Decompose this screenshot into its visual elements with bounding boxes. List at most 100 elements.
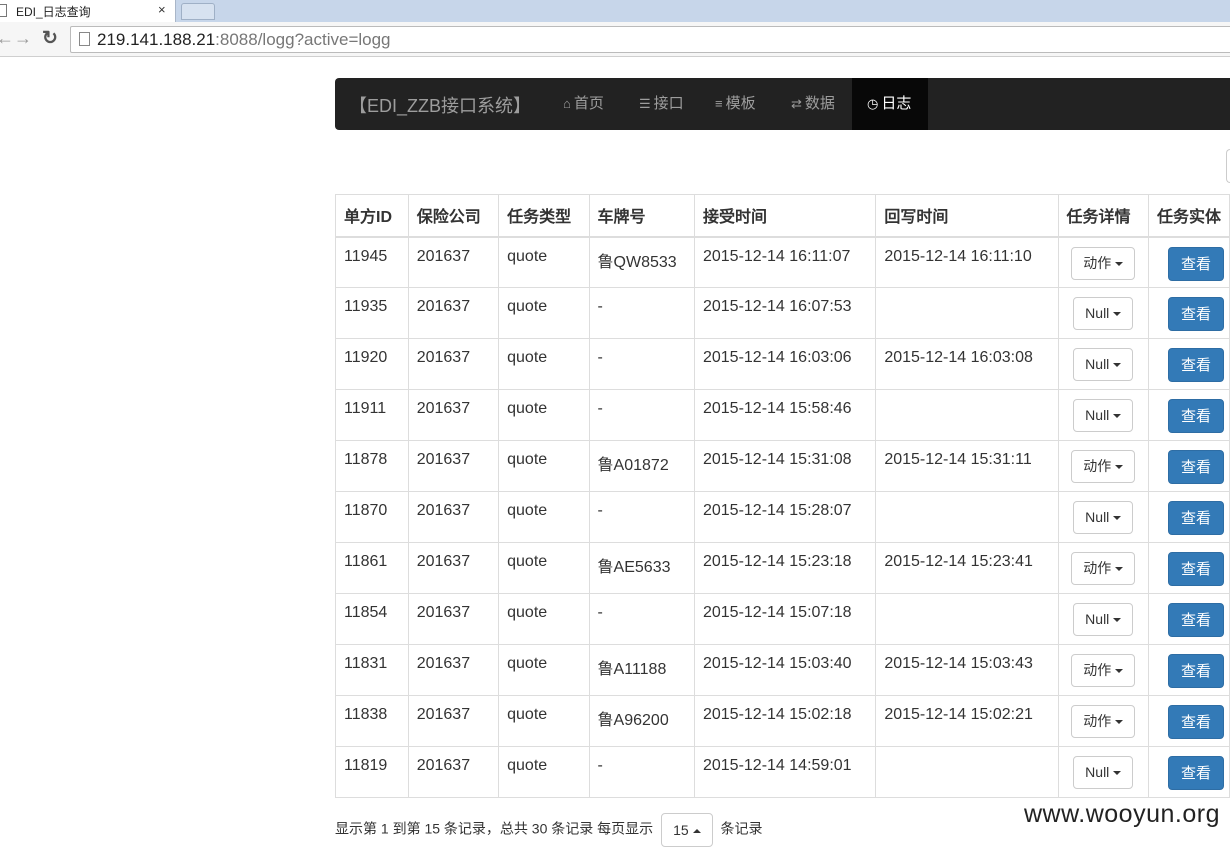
view-button[interactable]: 查看 bbox=[1167, 501, 1224, 535]
cell-id: 11854 bbox=[335, 593, 409, 645]
table-row: 11854 201637 quote -2015-12-14 15:07:18 Null… bbox=[335, 593, 1230, 645]
col-header-received[interactable]: 接受时间 bbox=[693, 194, 877, 238]
table-row: 11861 201637 quote 鲁AE5633 2015-12-14 15:23:… bbox=[335, 542, 1230, 594]
cell-company: 201637 bbox=[407, 236, 500, 288]
detail-dropdown-button[interactable]: 动作 bbox=[1071, 654, 1136, 687]
cell-plate: 鲁QW8533 bbox=[588, 236, 695, 288]
col-header-id[interactable]: 单方ID bbox=[335, 194, 409, 238]
detail-dropdown-button[interactable]: Null bbox=[1073, 348, 1134, 381]
address-bar[interactable]: 219.141.188.21:8088/logg?active=logg bbox=[70, 26, 1230, 53]
cell-type: quote bbox=[498, 593, 590, 645]
browser-tab[interactable]: EDI_日志查询 × bbox=[0, 0, 176, 22]
cell-detail: Null bbox=[1057, 338, 1149, 390]
view-button[interactable]: 查看 bbox=[1167, 450, 1224, 484]
cell-received: 2015-12-14 15:02:18 bbox=[693, 695, 877, 747]
url-text[interactable]: 219.141.188.21:8088/logg?active=logg bbox=[97, 30, 391, 50]
tab-title: EDI_日志查询 bbox=[16, 5, 91, 19]
detail-dropdown-button[interactable]: 动作 bbox=[1071, 246, 1136, 280]
cell-received: 2015-12-14 15:23:18 bbox=[693, 542, 877, 594]
cell-id: 11920 bbox=[335, 338, 409, 390]
brand-title[interactable]: 【EDI_ZZB接口系统】 bbox=[349, 92, 531, 118]
cell-entity: 查看 bbox=[1147, 287, 1230, 339]
cell-written: 2015-12-14 15:03:43 bbox=[875, 644, 1059, 696]
cell-entity: 查看 bbox=[1147, 491, 1230, 543]
view-button[interactable]: 查看 bbox=[1167, 552, 1224, 586]
nav-item-data[interactable]: ⇄ 数据 bbox=[791, 78, 835, 130]
col-header-type[interactable]: 任务类型 bbox=[498, 194, 590, 238]
col-header-detail[interactable]: 任务详情 bbox=[1057, 194, 1149, 238]
nav-item-interface[interactable]: ☰ 接口 bbox=[639, 78, 684, 130]
cell-type: quote bbox=[498, 746, 590, 798]
tab-close-icon[interactable]: × bbox=[158, 2, 166, 17]
nav-item-log[interactable]: ◷ 日志 bbox=[852, 78, 928, 130]
back-arrow-icon[interactable]: ← bbox=[0, 28, 14, 49]
cell-id: 11878 bbox=[335, 440, 409, 492]
caret-down-icon bbox=[1113, 363, 1122, 368]
cell-written bbox=[875, 389, 1059, 441]
watermark: www.wooyun.org bbox=[1024, 800, 1220, 828]
new-tab-button[interactable] bbox=[181, 3, 215, 20]
cell-plate: 鲁A01872 bbox=[588, 440, 695, 492]
col-header-written[interactable]: 回写时间 bbox=[875, 194, 1059, 238]
cell-detail: Null bbox=[1057, 746, 1149, 798]
caret-down-icon bbox=[1113, 516, 1122, 521]
cell-written bbox=[875, 491, 1059, 543]
view-button[interactable]: 查看 bbox=[1167, 348, 1224, 382]
detail-dropdown-button[interactable]: Null bbox=[1073, 603, 1134, 636]
table-row: 11831 201637 quote 鲁A11188 2015-12-14 15:03:… bbox=[335, 644, 1230, 696]
detail-dropdown-button[interactable]: Null bbox=[1073, 399, 1134, 432]
detail-dropdown-button[interactable]: Null bbox=[1073, 501, 1134, 534]
pagination-suffix: 条记录 bbox=[720, 820, 763, 837]
cell-type: quote bbox=[498, 695, 590, 747]
view-button[interactable]: 查看 bbox=[1167, 654, 1224, 688]
forward-arrow-icon[interactable]: → bbox=[14, 28, 32, 49]
caret-down-icon bbox=[1113, 414, 1122, 419]
detail-dropdown-button[interactable]: 动作 bbox=[1071, 450, 1136, 483]
detail-dropdown-button[interactable]: Null bbox=[1073, 756, 1134, 789]
caret-down-icon bbox=[1115, 465, 1124, 470]
detail-dropdown-button[interactable]: 动作 bbox=[1071, 705, 1136, 738]
cell-received: 2015-12-14 15:58:46 bbox=[693, 389, 877, 441]
cell-written: 2015-12-14 15:02:21 bbox=[875, 695, 1059, 747]
pagination-text: 显示第 1 到第 15 条记录，总共 30 条记录 每页显示 bbox=[335, 820, 654, 837]
cell-written bbox=[875, 593, 1059, 645]
cell-id: 11945 bbox=[335, 236, 409, 288]
cell-company: 201637 bbox=[407, 746, 500, 798]
cell-received: 2015-12-14 15:31:08 bbox=[693, 440, 877, 492]
cell-plate: 鲁A96200 bbox=[588, 695, 695, 747]
cell-written bbox=[875, 287, 1059, 339]
detail-dropdown-button[interactable]: Null bbox=[1073, 297, 1134, 330]
col-header-company[interactable]: 保险公司 bbox=[407, 194, 500, 238]
page-size-dropdown[interactable]: 15 bbox=[661, 813, 713, 847]
view-button[interactable]: 查看 bbox=[1167, 399, 1224, 433]
cell-type: quote bbox=[498, 542, 590, 594]
table-row: 11870 201637 quote -2015-12-14 15:28:07 Null… bbox=[335, 491, 1230, 543]
view-button[interactable]: 查看 bbox=[1167, 246, 1224, 281]
cell-entity: 查看 bbox=[1147, 644, 1230, 696]
cell-id: 11831 bbox=[335, 644, 409, 696]
cell-company: 201637 bbox=[407, 695, 500, 747]
cell-plate: 鲁AE5633 bbox=[588, 542, 695, 594]
cell-company: 201637 bbox=[407, 440, 500, 492]
view-button[interactable]: 查看 bbox=[1167, 756, 1224, 790]
col-header-plate[interactable]: 车牌号 bbox=[588, 194, 695, 238]
browser-toolbar: ← → ↻ 219.141.188.21:8088/logg?active=lo… bbox=[0, 22, 1230, 57]
col-header-entity[interactable]: 任务实体 bbox=[1147, 194, 1230, 238]
cell-company: 201637 bbox=[407, 491, 500, 543]
cell-id: 11861 bbox=[335, 542, 409, 594]
toolbar-button-partial[interactable] bbox=[1226, 149, 1230, 183]
view-button[interactable]: 查看 bbox=[1167, 603, 1224, 637]
view-button[interactable]: 查看 bbox=[1167, 297, 1224, 331]
reload-icon[interactable]: ↻ bbox=[42, 27, 58, 50]
nav-item-template[interactable]: ≡ 模板 bbox=[715, 78, 756, 130]
align-left-icon: ≡ bbox=[715, 96, 723, 111]
view-button[interactable]: 查看 bbox=[1167, 705, 1224, 739]
cell-written: 2015-12-14 16:11:10 bbox=[875, 236, 1059, 288]
home-icon: ⌂ bbox=[563, 96, 571, 111]
cell-plate: - bbox=[588, 389, 695, 441]
nav-item-home[interactable]: ⌂ 首页 bbox=[563, 78, 604, 130]
detail-dropdown-button[interactable]: 动作 bbox=[1071, 552, 1136, 585]
cell-company: 201637 bbox=[407, 593, 500, 645]
table-row: 11838 201637 quote 鲁A96200 2015-12-14 15:02:… bbox=[335, 695, 1230, 747]
browser-tabstrip: EDI_日志查询 × bbox=[0, 0, 1230, 22]
